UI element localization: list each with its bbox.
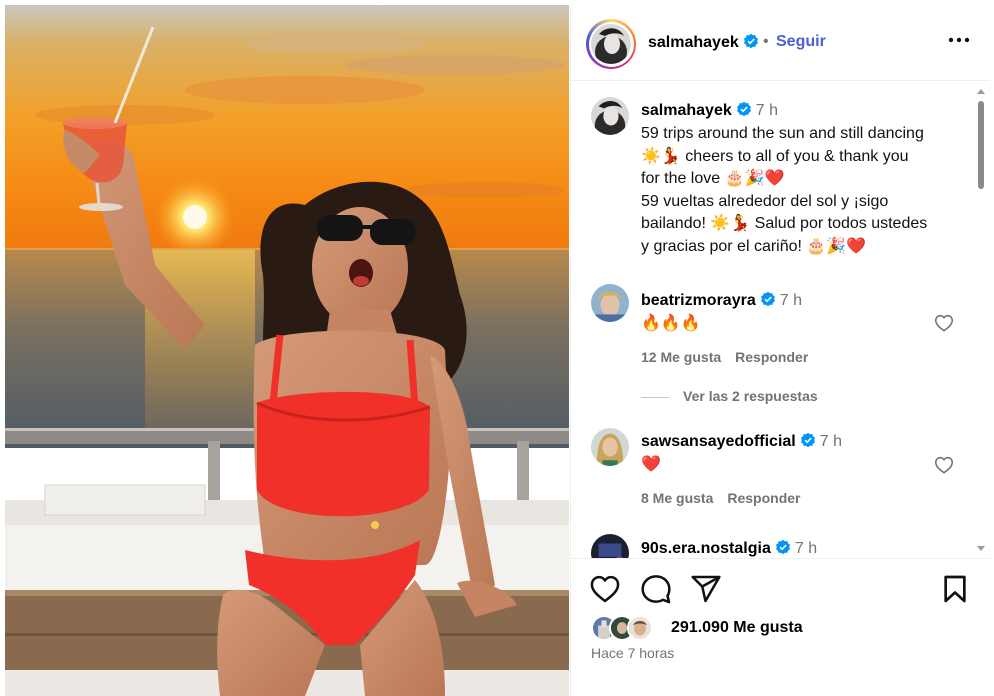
share-icon[interactable]: [690, 573, 722, 605]
comment-username-text[interactable]: sawsansayedofficial: [641, 433, 796, 450]
author-username[interactable]: salmahayek: [648, 33, 759, 52]
commenter-avatar[interactable]: [591, 534, 629, 558]
like-comment-heart-icon[interactable]: [933, 454, 955, 476]
caption-author-avatar[interactable]: [591, 97, 629, 135]
comment-text: 🔥🔥🔥: [641, 315, 701, 332]
caption-line: for the love 🎂🎉❤️: [641, 170, 785, 187]
likes-count[interactable]: 291.090 Me gusta: [671, 619, 803, 637]
comment-username[interactable]: 90s.era.nostalgia 7 h: [641, 539, 817, 558]
separator-dot: •: [763, 33, 769, 50]
follow-button[interactable]: Seguir: [776, 33, 826, 51]
comment-likes[interactable]: 8 Me gusta: [641, 490, 713, 506]
view-replies-text[interactable]: Ver las 2 respuestas: [683, 388, 818, 404]
post-timestamp[interactable]: Hace 7 horas: [591, 645, 674, 661]
comment-icon[interactable]: [640, 573, 672, 605]
verified-badge-icon: [743, 33, 758, 49]
caption-username-text[interactable]: salmahayek: [641, 102, 732, 119]
comment-username-text[interactable]: 90s.era.nostalgia: [641, 540, 771, 557]
replies-divider: [641, 396, 669, 398]
caption-time: 7 h: [755, 102, 778, 119]
post-sidebar: salmahayek • Seguir salmahayek 7 h 59 tri…: [570, 5, 990, 696]
comment-username[interactable]: sawsansayedofficial 7 h: [641, 432, 842, 451]
heart-icon[interactable]: [589, 573, 621, 605]
scroll-up-arrow-icon[interactable]: [977, 89, 985, 94]
commenter-avatar[interactable]: [591, 428, 629, 466]
caption-text: 59 trips around the sun and still dancin…: [641, 123, 971, 258]
author-avatar[interactable]: [586, 19, 636, 69]
author-username-text[interactable]: salmahayek: [648, 34, 739, 51]
verified-badge-icon: [736, 101, 751, 117]
like-comment-heart-icon[interactable]: [933, 312, 955, 334]
comment-meta: 8 Me gusta Responder: [641, 490, 814, 506]
post-header: salmahayek • Seguir: [571, 5, 990, 81]
liker-avatar: [627, 615, 653, 641]
caption-line: y gracias por el cariño! 🎂🎉❤️: [641, 237, 867, 255]
comments-list[interactable]: salmahayek 7 h 59 trips around the sun an…: [571, 82, 990, 558]
avatar-photo: [591, 24, 631, 64]
comment-username-text[interactable]: beatrizmorayra: [641, 292, 756, 309]
verified-badge-icon: [775, 539, 790, 555]
comment-time: 7 h: [819, 433, 842, 450]
post-photo[interactable]: [5, 5, 569, 696]
comment-text: ❤️: [641, 456, 661, 473]
bookmark-icon[interactable]: [939, 573, 971, 605]
comment-time: 7 h: [794, 540, 818, 557]
scrollbar-thumb[interactable]: [978, 101, 984, 189]
more-horizontal-icon[interactable]: [946, 27, 972, 53]
verified-badge-icon: [800, 432, 815, 448]
comment-username[interactable]: beatrizmorayra 7 h: [641, 291, 802, 310]
caption-line: bailando! ☀️💃 Salud por todos ustedes: [641, 215, 928, 232]
comments-scrollbar[interactable]: [975, 87, 987, 553]
caption-line: 59 vueltas alrededor del sol y ¡sigo: [641, 192, 889, 210]
commenter-avatar[interactable]: [591, 284, 629, 322]
caption-line: ☀️💃 cheers to all of you & thank you: [641, 147, 909, 165]
caption-username[interactable]: salmahayek 7 h: [641, 101, 778, 120]
scroll-down-arrow-icon[interactable]: [977, 546, 985, 551]
comment-meta: 12 Me gusta Responder: [641, 349, 822, 365]
reply-button[interactable]: Responder: [735, 349, 808, 365]
comment-likes[interactable]: 12 Me gusta: [641, 349, 721, 365]
caption-line: 59 trips around the sun and still dancin…: [641, 125, 924, 142]
verified-badge-icon: [760, 291, 775, 307]
post-actions: 291.090 Me gusta Hace 7 horas: [571, 558, 990, 696]
comment-time: 7 h: [779, 292, 802, 309]
reply-button[interactable]: Responder: [727, 490, 800, 506]
view-replies-link[interactable]: Ver las 2 respuestas: [641, 388, 818, 404]
